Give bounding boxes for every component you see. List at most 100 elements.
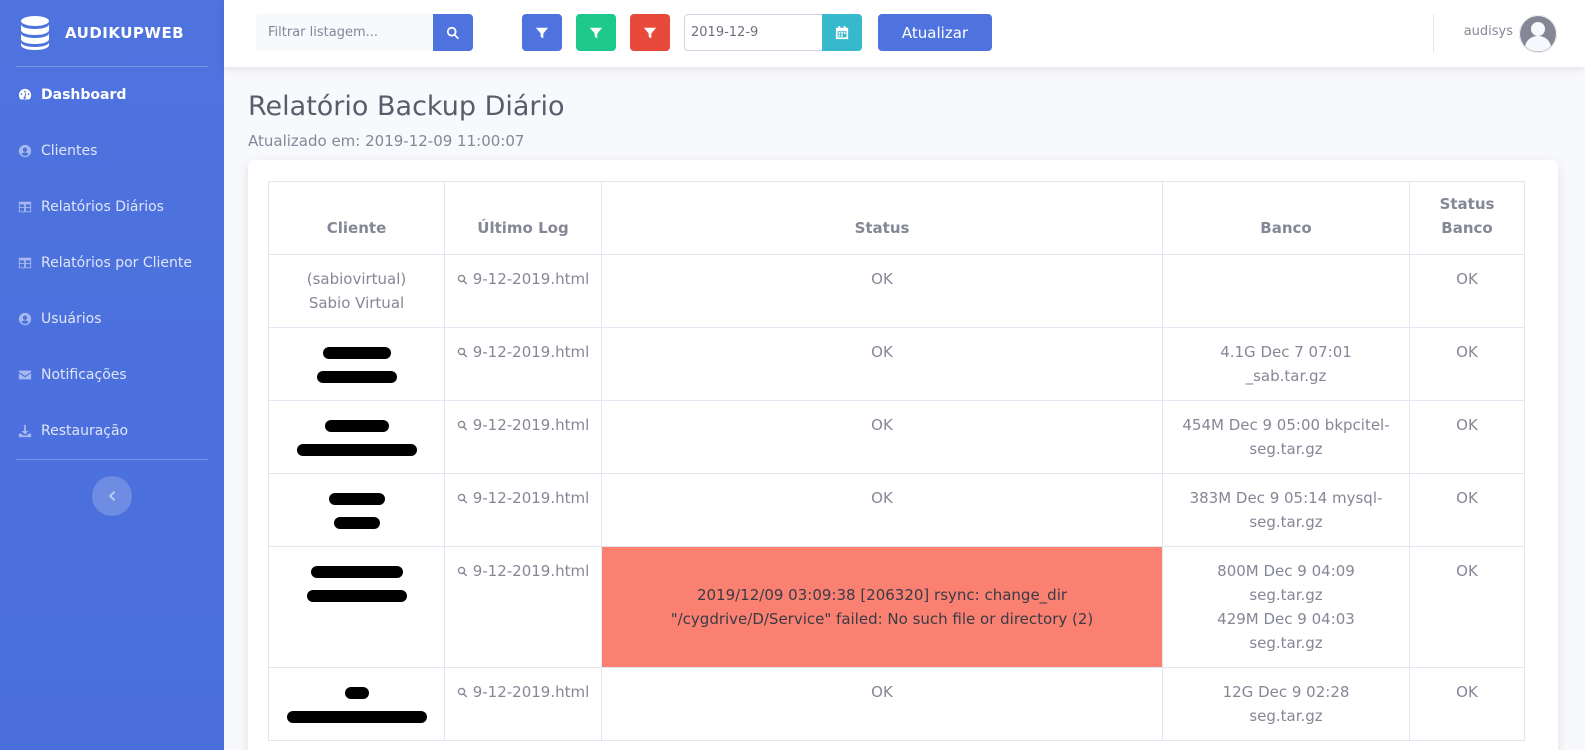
- cell-status-banco: OK: [1409, 667, 1525, 741]
- redacted-text: [279, 437, 434, 461]
- brand-name: AUDIKUPWEB: [65, 24, 185, 42]
- update-button[interactable]: Atualizar: [878, 14, 992, 51]
- search-icon: [457, 566, 467, 577]
- page-title: Relatório Backup Diário: [248, 91, 565, 122]
- cell-cliente: [268, 473, 445, 547]
- cell-log: 9-12-2019.html: [444, 473, 602, 547]
- database-icon: [21, 16, 49, 50]
- header-banco[interactable]: Banco: [1162, 181, 1410, 255]
- search-icon: [447, 26, 460, 39]
- header-status[interactable]: Status: [601, 181, 1163, 255]
- log-link[interactable]: 9-12-2019.html: [457, 343, 590, 361]
- filter-error-button[interactable]: [630, 14, 670, 51]
- filter-all-button[interactable]: [522, 14, 562, 51]
- sidebar-toggle-button[interactable]: [92, 476, 132, 516]
- log-link[interactable]: 9-12-2019.html: [457, 562, 589, 580]
- redacted-text: [279, 486, 434, 510]
- tachometer-icon: [18, 88, 32, 102]
- cell-log: 9-12-2019.html: [444, 667, 602, 741]
- cell-cliente: [268, 667, 445, 741]
- log-link[interactable]: 9-12-2019.html: [457, 270, 590, 288]
- search-input[interactable]: [256, 14, 434, 51]
- sidebar-item-notificacoes[interactable]: Notificações: [0, 347, 224, 403]
- sidebar-item-restauracao[interactable]: Restauração: [0, 403, 224, 459]
- log-link[interactable]: 9-12-2019.html: [457, 683, 590, 701]
- sidebar: AUDIKUPWEB Dashboard Clientes Relatórios…: [0, 0, 224, 750]
- cell-status: OK: [601, 473, 1163, 547]
- brand[interactable]: AUDIKUPWEB: [0, 0, 224, 66]
- chevron-left-icon: [109, 491, 116, 501]
- date-input[interactable]: [684, 14, 823, 51]
- redacted-text: [279, 559, 434, 583]
- cell-status: OK: [601, 254, 1163, 328]
- cell-cliente: [268, 400, 445, 474]
- calendar-icon: [835, 25, 849, 39]
- avatar[interactable]: [1519, 15, 1557, 53]
- cell-log: 9-12-2019.html: [444, 254, 602, 328]
- topbar: Atualizar audisys: [224, 0, 1585, 67]
- table-row: 9-12-2019.html OK 4.1G Dec 7 07:01 _sab.…: [268, 327, 1525, 401]
- cell-banco: 12G Dec 9 02:28 seg.tar.gz: [1162, 667, 1410, 741]
- cell-status-banco: OK: [1409, 546, 1525, 668]
- sidebar-item-clientes[interactable]: Clientes: [0, 123, 224, 179]
- banco-entry: 429M Dec 9 04:03 seg.tar.gz: [1217, 610, 1355, 652]
- sidebar-item-usuarios[interactable]: Usuários: [0, 291, 224, 347]
- cell-log: 9-12-2019.html: [444, 327, 602, 401]
- table-icon: [18, 200, 32, 214]
- sidebar-item-relatorios-diarios[interactable]: Relatórios Diários: [0, 179, 224, 235]
- calendar-button[interactable]: [822, 14, 862, 51]
- user-avatar-icon: [1519, 15, 1557, 53]
- search-button[interactable]: [433, 14, 473, 51]
- cell-cliente: (sabiovirtual) Sabio Virtual: [268, 254, 445, 328]
- log-filename: 9-12-2019.html: [472, 416, 590, 434]
- sidebar-item-label: Clientes: [41, 143, 98, 159]
- search-icon: [457, 420, 467, 431]
- search-icon: [457, 347, 467, 358]
- redacted-text: [279, 680, 434, 704]
- cell-banco: 4.1G Dec 7 07:01 _sab.tar.gz: [1162, 327, 1410, 401]
- cell-cliente: [268, 327, 445, 401]
- log-filename: 9-12-2019.html: [472, 270, 590, 288]
- envelope-icon: [18, 368, 32, 382]
- search-icon: [457, 687, 467, 698]
- header-ultimo-log[interactable]: Último Log: [444, 181, 602, 255]
- download-icon: [18, 424, 32, 438]
- table-row: 9-12-2019.html OK 12G Dec 9 02:28 seg.ta…: [268, 667, 1525, 741]
- user-circle-icon: [18, 144, 32, 158]
- search-icon: [457, 493, 467, 504]
- sidebar-toggle-wrap: [0, 460, 224, 516]
- header-status-banco[interactable]: Status Banco: [1409, 181, 1525, 255]
- log-link[interactable]: 9-12-2019.html: [457, 416, 590, 434]
- topbar-divider: [1433, 14, 1434, 52]
- redacted-text: [279, 510, 434, 534]
- redacted-text: [279, 413, 434, 437]
- cell-banco: 800M Dec 9 04:09 seg.tar.gz 429M Dec 9 0…: [1162, 546, 1410, 668]
- sidebar-item-label: Relatórios Diários: [41, 199, 164, 215]
- sidebar-item-relatorios-cliente[interactable]: Relatórios por Cliente: [0, 235, 224, 291]
- redacted-text: [279, 364, 434, 388]
- cell-log: 9-12-2019.html: [444, 400, 602, 474]
- table-row: 9-12-2019.html OK 383M Dec 9 05:14 mysql…: [268, 473, 1525, 547]
- search-icon: [457, 274, 467, 285]
- cell-status: OK: [601, 667, 1163, 741]
- redacted-text: [279, 704, 434, 728]
- log-filename: 9-12-2019.html: [472, 489, 590, 507]
- sidebar-item-dashboard[interactable]: Dashboard: [0, 67, 224, 123]
- table-icon: [18, 256, 32, 270]
- cell-status-banco: OK: [1409, 400, 1525, 474]
- log-filename: 9-12-2019.html: [472, 683, 590, 701]
- log-link[interactable]: 9-12-2019.html: [457, 489, 590, 507]
- cell-banco: 454M Dec 9 05:00 bkpcitel- seg.tar.gz: [1162, 400, 1410, 474]
- log-filename: 9-12-2019.html: [472, 343, 590, 361]
- filter-success-button[interactable]: [576, 14, 616, 51]
- banco-entry: 800M Dec 9 04:09 seg.tar.gz: [1217, 562, 1355, 604]
- cell-status-banco: OK: [1409, 473, 1525, 547]
- report-card: Cliente Último Log Status Banco Status B…: [248, 160, 1558, 750]
- header-cliente[interactable]: Cliente: [268, 181, 445, 255]
- cell-status: OK: [601, 400, 1163, 474]
- cell-status-error: 2019/12/09 03:09:38 [206320] rsync: chan…: [601, 546, 1163, 668]
- username[interactable]: audisys: [1464, 24, 1513, 39]
- cell-log: 9-12-2019.html: [444, 546, 602, 668]
- sidebar-item-label: Notificações: [41, 367, 127, 383]
- cell-banco: 383M Dec 9 05:14 mysql- seg.tar.gz: [1162, 473, 1410, 547]
